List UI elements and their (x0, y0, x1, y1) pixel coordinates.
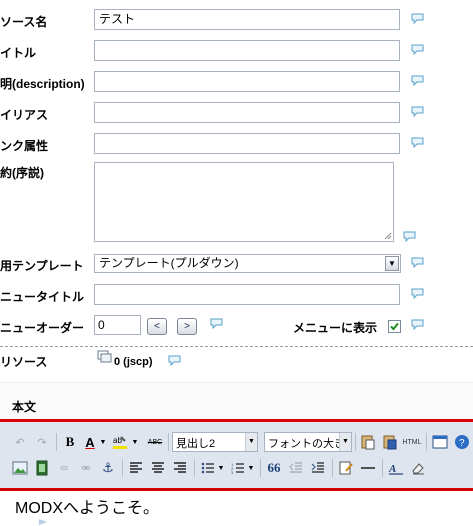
field-label-title: イトル (0, 46, 37, 60)
horizontal-rule-icon[interactable] (358, 458, 378, 478)
anchor-icon[interactable]: ⚓ (98, 458, 118, 478)
strikethrough-button[interactable]: ABC (143, 432, 167, 452)
svg-text:?: ? (459, 438, 465, 449)
title-input[interactable] (94, 40, 400, 61)
chevron-down-icon[interactable]: ▼ (245, 433, 257, 451)
field-label-summary: 約(序説) (0, 166, 44, 180)
field-label-resource-name: ソース名 (0, 15, 48, 29)
description-input[interactable] (94, 71, 400, 92)
summary-textarea[interactable] (94, 162, 394, 242)
menu-order-increase-button[interactable]: > (177, 318, 197, 335)
redo-icon[interactable]: ↷ (32, 432, 52, 452)
indent-icon[interactable] (308, 458, 328, 478)
chevron-down-icon[interactable]: ▼ (246, 458, 256, 478)
help-bubble-icon[interactable] (411, 288, 424, 299)
font-size-select[interactable]: フォントの大きさ ▼ (264, 432, 352, 452)
align-left-icon[interactable] (126, 458, 146, 478)
svg-text:3: 3 (231, 470, 234, 474)
section-divider (0, 346, 473, 347)
content-section-title: 本文 (12, 400, 37, 414)
editor-text: MODXへようこそ。 (15, 500, 160, 517)
menu-title-input[interactable] (94, 284, 400, 305)
help-icon[interactable]: ? (452, 432, 472, 452)
numbered-list-icon[interactable]: 123 (228, 458, 248, 478)
blockquote-button[interactable]: 66 (264, 458, 284, 478)
paste-word-icon[interactable] (380, 432, 400, 452)
html-source-button[interactable]: HTML (400, 432, 424, 452)
menu-order-decrease-button[interactable]: < (147, 318, 167, 335)
field-label-template: 用テンプレート (0, 259, 84, 273)
field-label-parent: リソース (0, 355, 48, 369)
fullscreen-icon[interactable] (430, 432, 450, 452)
cursor-arrow-icon (39, 519, 47, 525)
checkmark-icon (390, 322, 399, 331)
help-bubble-icon[interactable] (168, 355, 181, 366)
template-select-value: テンプレート(プルダウン) (99, 256, 239, 270)
insert-image-icon[interactable] (10, 458, 30, 478)
editor-toolbar: ↶ ↷ B A ▼ ab ▼ ABC 見出し2 ▼ フォントの大きさ ▼ HTM… (0, 422, 473, 488)
highlight-color-icon[interactable]: ab (110, 432, 130, 452)
link-icon[interactable]: ∞ (54, 458, 74, 478)
help-bubble-icon[interactable] (411, 13, 424, 24)
format-select[interactable]: 見出し2 ▼ (172, 432, 258, 452)
resource-name-input[interactable]: テスト (94, 9, 400, 30)
clear-formatting-icon[interactable]: A (386, 458, 406, 478)
template-select[interactable]: テンプレート(プルダウン) ▼ (94, 254, 401, 273)
help-bubble-icon[interactable] (411, 106, 424, 117)
menu-order-input[interactable]: 0 (94, 315, 141, 335)
font-color-button[interactable]: A (80, 432, 100, 452)
paste-icon[interactable] (358, 432, 378, 452)
bullet-list-icon[interactable] (198, 458, 218, 478)
resize-grip-icon[interactable] (384, 232, 392, 240)
insert-media-icon[interactable] (32, 458, 52, 478)
svg-text:A: A (388, 463, 396, 475)
field-label-link-attributes: ンク属性 (0, 139, 49, 153)
field-label-description: 明(description) (0, 77, 85, 91)
help-bubble-icon[interactable] (411, 75, 424, 86)
align-center-icon[interactable] (148, 458, 168, 478)
show-in-menu-label: メニューに表示 (293, 321, 378, 335)
parent-resource-value: 0 (jscp) (114, 356, 153, 368)
show-in-menu-checkbox[interactable] (388, 320, 401, 333)
edit-document-icon[interactable] (336, 458, 356, 478)
align-right-icon[interactable] (170, 458, 190, 478)
help-bubble-icon[interactable] (411, 44, 424, 55)
help-bubble-icon[interactable] (411, 137, 424, 148)
content-section-header (0, 382, 473, 420)
help-bubble-icon[interactable] (403, 231, 416, 242)
help-bubble-icon[interactable] (411, 319, 424, 330)
outdent-icon[interactable] (286, 458, 306, 478)
chevron-down-icon[interactable]: ▼ (385, 256, 399, 271)
chevron-down-icon[interactable]: ▼ (216, 458, 226, 478)
alias-input[interactable] (94, 102, 400, 123)
unlink-icon[interactable]: ⚮ (76, 458, 96, 478)
chevron-down-icon[interactable]: ▼ (130, 432, 140, 452)
chevron-down-icon[interactable]: ▼ (98, 432, 108, 452)
field-label-menu-order: ニューオーダー (0, 321, 85, 335)
eraser-icon[interactable] (408, 458, 428, 478)
link-attributes-input[interactable] (94, 133, 400, 154)
folder-tree-icon[interactable] (97, 350, 113, 364)
chevron-down-icon[interactable]: ▼ (339, 433, 351, 451)
undo-icon[interactable]: ↶ (10, 432, 30, 452)
help-bubble-icon[interactable] (411, 257, 424, 268)
field-label-alias: イリアス (0, 108, 49, 122)
bold-button[interactable]: B (60, 432, 80, 452)
format-select-value: 見出し2 (176, 438, 216, 450)
help-bubble-icon[interactable] (210, 318, 223, 329)
editor-content-area[interactable]: MODXへようこそ。 (0, 491, 473, 526)
field-label-menu-title: ニュータイトル (0, 290, 85, 304)
